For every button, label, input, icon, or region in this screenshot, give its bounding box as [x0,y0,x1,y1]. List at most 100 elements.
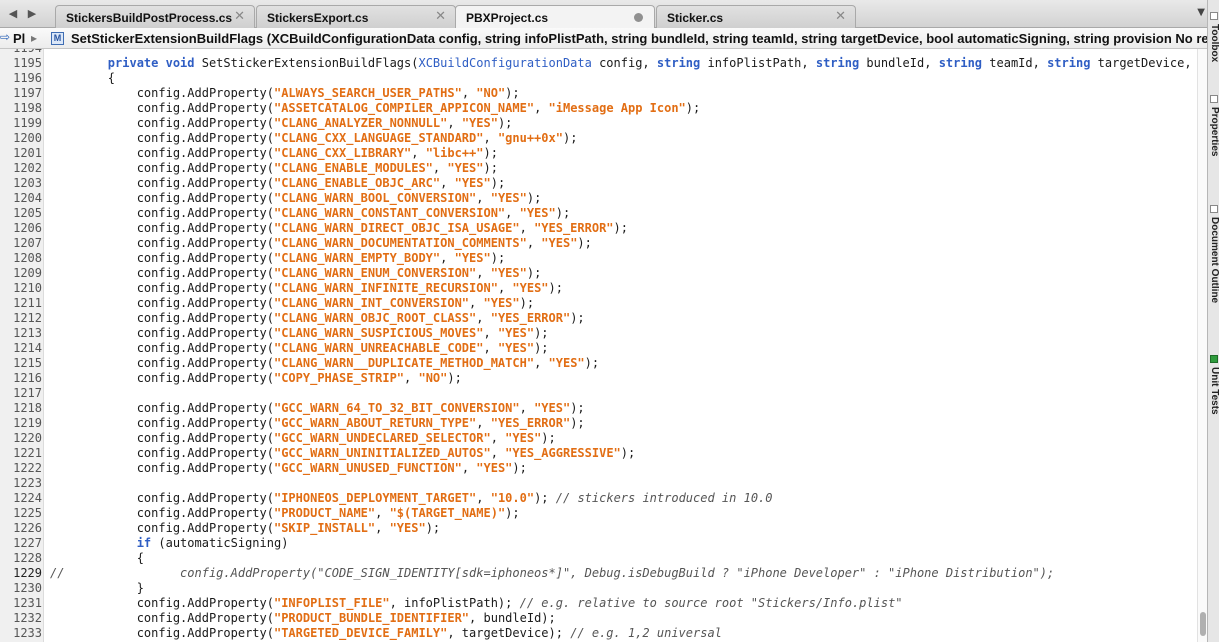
code-line[interactable]: { [50,551,144,565]
code-token: "ALWAYS_SEARCH_USER_PATHS" [273,86,462,100]
code-line[interactable]: config.AddProperty("ALWAYS_SEARCH_USER_P… [50,86,520,100]
code-token: // config.AddProperty("CODE_SIGN_IDENTIT… [50,566,1055,580]
line-number: 1201 [13,146,42,160]
side-tab-unit-tests[interactable]: Unit Tests [1209,367,1219,462]
back-arrow-icon[interactable]: ◀ [5,6,21,22]
code-token: ); [425,521,441,535]
tab-label: Sticker.cs [667,11,724,25]
scrollbar-thumb[interactable] [1200,612,1206,636]
code-token: ); [613,221,628,235]
code-token: "gnu++0x" [497,131,563,145]
side-tab-document-outline[interactable]: Document Outline [1209,217,1219,342]
code-token: "COPY_PHASE_STRIP" [273,371,405,385]
code-line[interactable]: private void SetStickerExtensionBuildFla… [50,56,1192,70]
code-line[interactable]: config.AddProperty("SKIP_INSTALL", "YES"… [50,521,440,535]
line-number: 1215 [13,356,42,370]
code-line[interactable]: config.AddProperty("CLANG_WARN_BOOL_CONV… [50,191,542,205]
code-token: config.AddProperty( [50,176,274,190]
code-token: "CLANG_WARN_DOCUMENTATION_COMMENTS" [273,236,527,250]
code-line[interactable]: config.AddProperty("CLANG_WARN_DIRECT_OB… [50,221,628,235]
code-line[interactable]: config.AddProperty("CLANG_CXX_LIBRARY", … [50,146,498,160]
code-line[interactable]: config.AddProperty("GCC_WARN_ABOUT_RETUR… [50,416,585,430]
code-token: "NO" [476,86,506,100]
code-token: ); [534,326,549,340]
code-token: "libc++" [425,146,484,160]
code-token: ); [526,266,542,280]
code-line[interactable]: { [50,71,115,85]
code-token: // stickers introduced in 10.0 [555,491,773,505]
code-line[interactable]: config.AddProperty("GCC_WARN_UNDECLARED_… [50,431,556,445]
code-line[interactable]: if (automaticSigning) [50,536,289,550]
properties-icon[interactable] [1210,95,1218,103]
line-number: 1204 [13,191,42,205]
breadcrumb-project[interactable]: Pl [13,31,25,46]
side-tab-properties[interactable]: Properties [1209,107,1219,197]
code-token: , [469,296,484,310]
code-line[interactable]: config.AddProperty("CLANG_WARN_DOCUMENTA… [50,236,592,250]
code-line[interactable]: config.AddProperty("COPY_PHASE_STRIP", "… [50,371,462,385]
breadcrumb-method[interactable]: SetStickerExtensionBuildFlags (XCBuildCo… [71,31,1209,46]
code-line[interactable]: config.AddProperty("CLANG_WARN__DUPLICAT… [50,356,599,370]
toolbox-icon[interactable] [1210,12,1218,20]
tab-overflow-icon[interactable]: ▼ [1197,7,1205,18]
line-number: 1228 [13,551,42,565]
code-token: config.AddProperty( [50,461,274,475]
code-line[interactable]: config.AddProperty("CLANG_WARN_OBJC_ROOT… [50,311,585,325]
code-line[interactable]: config.AddProperty("ASSETCATALOG_COMPILE… [50,101,701,115]
code-line[interactable]: config.AddProperty("CLANG_WARN_EMPTY_BOD… [50,251,505,265]
line-number: 1218 [13,401,42,415]
tab-sticker[interactable]: Sticker.cs ✕ [656,5,856,28]
tab-stickersbuildpostprocess[interactable]: StickersBuildPostProcess.cs ✕ [55,5,255,28]
close-icon[interactable]: ✕ [435,9,446,24]
forward-arrow-icon[interactable]: ▶ [24,6,40,22]
line-number: 1199 [13,116,42,130]
code-token: ); [548,281,563,295]
side-tab-toolbox[interactable]: Toolbox [1209,24,1219,82]
line-number: 1230 [13,581,42,595]
code-line[interactable]: } [50,581,144,595]
code-line[interactable]: config.AddProperty("CLANG_WARN_INFINITE_… [50,281,563,295]
code-token: config.AddProperty( [50,236,274,250]
document-outline-icon[interactable] [1210,205,1218,213]
tab-pbxproject[interactable]: PBXProject.cs [455,5,655,29]
code-line[interactable]: config.AddProperty("CLANG_WARN_ENUM_CONV… [50,266,542,280]
code-line[interactable]: config.AddProperty("CLANG_WARN_UNREACHAB… [50,341,549,355]
code-editor[interactable]: 1194119511961197119811991200120112021203… [0,49,1207,642]
code-line[interactable]: // config.AddProperty("CODE_SIGN_IDENTIT… [50,566,1054,580]
code-line[interactable]: config.AddProperty("CLANG_WARN_INT_CONVE… [50,296,534,310]
code-line[interactable]: config.AddProperty("PRODUCT_NAME", "$(TA… [50,506,520,520]
code-token: XCBuildConfigurationData [418,56,592,70]
line-number: 1196 [13,71,42,85]
modified-dot-icon[interactable] [634,13,643,22]
code-line[interactable]: config.AddProperty("TARGETED_DEVICE_FAMI… [50,626,722,640]
tab-label: StickersBuildPostProcess.cs [66,11,233,25]
code-token: "GCC_WARN_UNUSED_FUNCTION" [273,461,462,475]
code-token: , [505,206,520,220]
expand-arrow-icon[interactable]: ⇨ [0,30,10,44]
code-line[interactable]: config.AddProperty("IPHONEOS_DEPLOYMENT_… [50,491,773,505]
code-line[interactable]: config.AddProperty("INFOPLIST_FILE", inf… [50,596,903,610]
code-line[interactable]: config.AddProperty("GCC_WARN_64_TO_32_BI… [50,401,585,415]
code-token: "CLANG_WARN_DIRECT_OBJC_ISA_USAGE" [273,221,520,235]
code-token: ); [447,371,462,385]
code-token: string [1047,56,1091,70]
code-token: "GCC_WARN_UNDECLARED_SELECTOR" [273,431,491,445]
code-line[interactable]: config.AddProperty("GCC_WARN_UNINITIALIZ… [50,446,636,460]
code-line[interactable]: config.AddProperty("CLANG_WARN_SUSPICIOU… [50,326,549,340]
code-line[interactable]: config.AddProperty("CLANG_WARN_CONSTANT_… [50,206,571,220]
unit-tests-icon[interactable] [1210,355,1218,363]
close-icon[interactable]: ✕ [835,9,846,24]
code-line[interactable]: config.AddProperty("CLANG_ANALYZER_NONNU… [50,116,513,130]
code-token: "$(TARGET_NAME)" [389,506,506,520]
code-line[interactable]: config.AddProperty("PRODUCT_BUNDLE_IDENT… [50,611,556,625]
code-line[interactable]: config.AddProperty("CLANG_ENABLE_OBJC_AR… [50,176,505,190]
tab-stickersexport[interactable]: StickersExport.cs ✕ [256,5,456,28]
code-line[interactable]: config.AddProperty("CLANG_CXX_LANGUAGE_S… [50,131,578,145]
code-line[interactable]: config.AddProperty("GCC_WARN_UNUSED_FUNC… [50,461,527,475]
code-token: , [375,521,390,535]
code-token: "GCC_WARN_ABOUT_RETURN_TYPE" [273,416,477,430]
code-line[interactable]: config.AddProperty("CLANG_ENABLE_MODULES… [50,161,498,175]
code-token: , [483,131,498,145]
vertical-scrollbar[interactable] [1197,49,1207,642]
close-icon[interactable]: ✕ [234,9,245,24]
